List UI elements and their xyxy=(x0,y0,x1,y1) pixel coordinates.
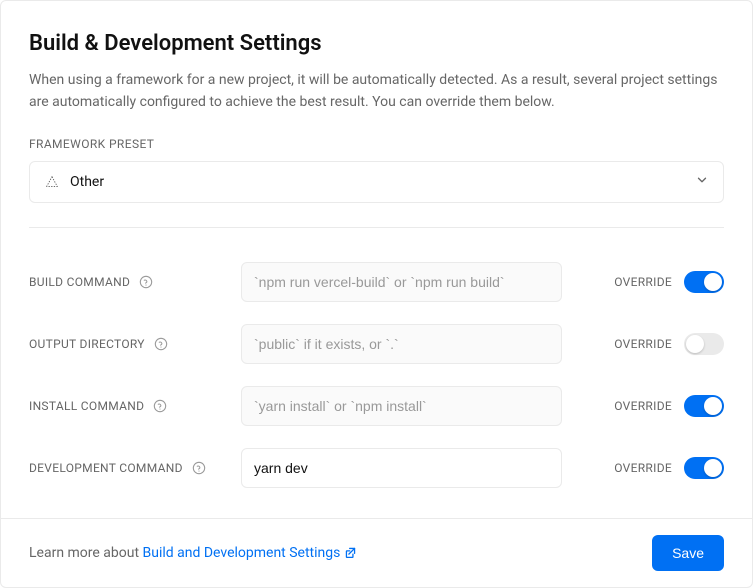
install-command-label: INSTALL COMMAND xyxy=(29,399,144,413)
development-command-override-toggle[interactable] xyxy=(684,457,724,479)
framework-icon xyxy=(44,174,60,190)
help-icon[interactable] xyxy=(152,398,168,414)
development-command-input[interactable] xyxy=(241,448,562,488)
framework-preset-select[interactable]: Other xyxy=(29,161,724,203)
development-command-row: DEVELOPMENT COMMAND OVERRIDE xyxy=(29,438,724,498)
external-link-icon xyxy=(344,546,358,560)
framework-preset-value: Other xyxy=(70,174,104,190)
card-footer: Learn more about Build and Development S… xyxy=(1,518,752,587)
help-icon[interactable] xyxy=(153,336,169,352)
help-icon[interactable] xyxy=(191,460,207,476)
install-command-input[interactable] xyxy=(241,386,562,426)
development-command-label: DEVELOPMENT COMMAND xyxy=(29,461,183,475)
build-command-label: BUILD COMMAND xyxy=(29,275,130,289)
divider xyxy=(29,227,724,228)
override-label: OVERRIDE xyxy=(614,461,672,475)
chevron-down-icon xyxy=(695,173,709,191)
output-directory-label: OUTPUT DIRECTORY xyxy=(29,337,145,351)
help-icon[interactable] xyxy=(138,274,154,290)
learn-more-link[interactable]: Build and Development Settings xyxy=(143,545,359,561)
page-description: When using a framework for a new project… xyxy=(29,70,724,113)
build-command-override-toggle[interactable] xyxy=(684,271,724,293)
build-command-input[interactable] xyxy=(241,262,562,302)
output-directory-row: OUTPUT DIRECTORY OVERRIDE xyxy=(29,314,724,374)
override-label: OVERRIDE xyxy=(614,399,672,413)
install-command-row: INSTALL COMMAND OVERRIDE xyxy=(29,376,724,436)
output-directory-override-toggle[interactable] xyxy=(684,333,724,355)
framework-preset-label: FRAMEWORK PRESET xyxy=(29,137,724,151)
build-command-row: BUILD COMMAND OVERRIDE xyxy=(29,252,724,312)
override-label: OVERRIDE xyxy=(614,337,672,351)
build-dev-settings-card: Build & Development Settings When using … xyxy=(0,0,753,588)
override-label: OVERRIDE xyxy=(614,275,672,289)
install-command-override-toggle[interactable] xyxy=(684,395,724,417)
output-directory-input[interactable] xyxy=(241,324,562,364)
save-button[interactable]: Save xyxy=(652,535,724,571)
page-title: Build & Development Settings xyxy=(29,31,724,56)
card-body: Build & Development Settings When using … xyxy=(1,1,752,518)
learn-more-text: Learn more about Build and Development S… xyxy=(29,545,358,561)
